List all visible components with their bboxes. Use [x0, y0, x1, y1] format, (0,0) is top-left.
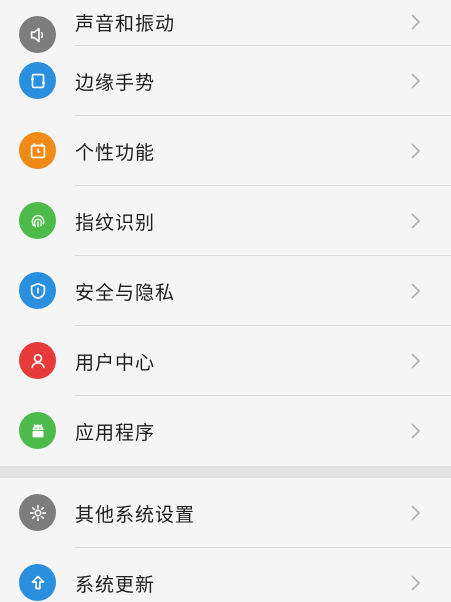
- chevron-right-icon: [409, 573, 423, 593]
- settings-item-label: 应用程序: [75, 422, 156, 444]
- settings-item-fingerprint[interactable]: 指纹识别: [0, 186, 451, 256]
- settings-item-system-update[interactable]: 系统更新: [0, 548, 451, 602]
- gear-icon: [19, 494, 56, 531]
- settings-item-sound-vibration[interactable]: 声音和振动: [0, 0, 451, 53]
- fingerprint-icon: [19, 202, 56, 239]
- settings-item-label: 用户中心: [75, 352, 156, 374]
- personal-feature-icon: [19, 132, 56, 169]
- chevron-right-icon: [409, 71, 423, 91]
- section-separator: [0, 466, 451, 478]
- chevron-right-icon: [409, 281, 423, 301]
- settings-item-label: 声音和振动: [75, 13, 176, 35]
- update-arrow-icon: [19, 564, 56, 601]
- settings-item-other-system-settings[interactable]: 其他系统设置: [0, 478, 451, 548]
- settings-item-applications[interactable]: 应用程序: [0, 396, 451, 466]
- settings-item-label: 其他系统设置: [75, 504, 196, 526]
- user-icon: [19, 342, 56, 379]
- shield-icon: [19, 272, 56, 309]
- chevron-right-icon: [409, 211, 423, 231]
- settings-item-user-center[interactable]: 用户中心: [0, 326, 451, 396]
- settings-item-label: 安全与隐私: [75, 282, 176, 304]
- chevron-right-icon: [409, 351, 423, 371]
- settings-item-edge-gesture[interactable]: 边缘手势: [0, 46, 451, 116]
- android-icon: [19, 412, 56, 449]
- settings-item-label: 个性功能: [75, 142, 156, 164]
- settings-item-label: 指纹识别: [75, 212, 156, 234]
- settings-item-label: 系统更新: [75, 574, 156, 596]
- chevron-right-icon: [409, 503, 423, 523]
- chevron-right-icon: [409, 421, 423, 441]
- settings-screen: 声音和振动 边缘手势 个性功能 指纹识别 安全与隐私 用户中心 应用程序 其他系…: [0, 0, 451, 602]
- settings-group-system: 其他系统设置 系统更新: [0, 478, 451, 602]
- settings-item-personal-features[interactable]: 个性功能: [0, 116, 451, 186]
- edge-gesture-icon: [19, 62, 56, 99]
- settings-item-security-privacy[interactable]: 安全与隐私: [0, 256, 451, 326]
- chevron-right-icon: [409, 12, 423, 32]
- settings-item-label: 边缘手势: [75, 72, 156, 94]
- chevron-right-icon: [409, 141, 423, 161]
- settings-group-main: 声音和振动 边缘手势 个性功能 指纹识别 安全与隐私 用户中心 应用程序: [0, 0, 451, 466]
